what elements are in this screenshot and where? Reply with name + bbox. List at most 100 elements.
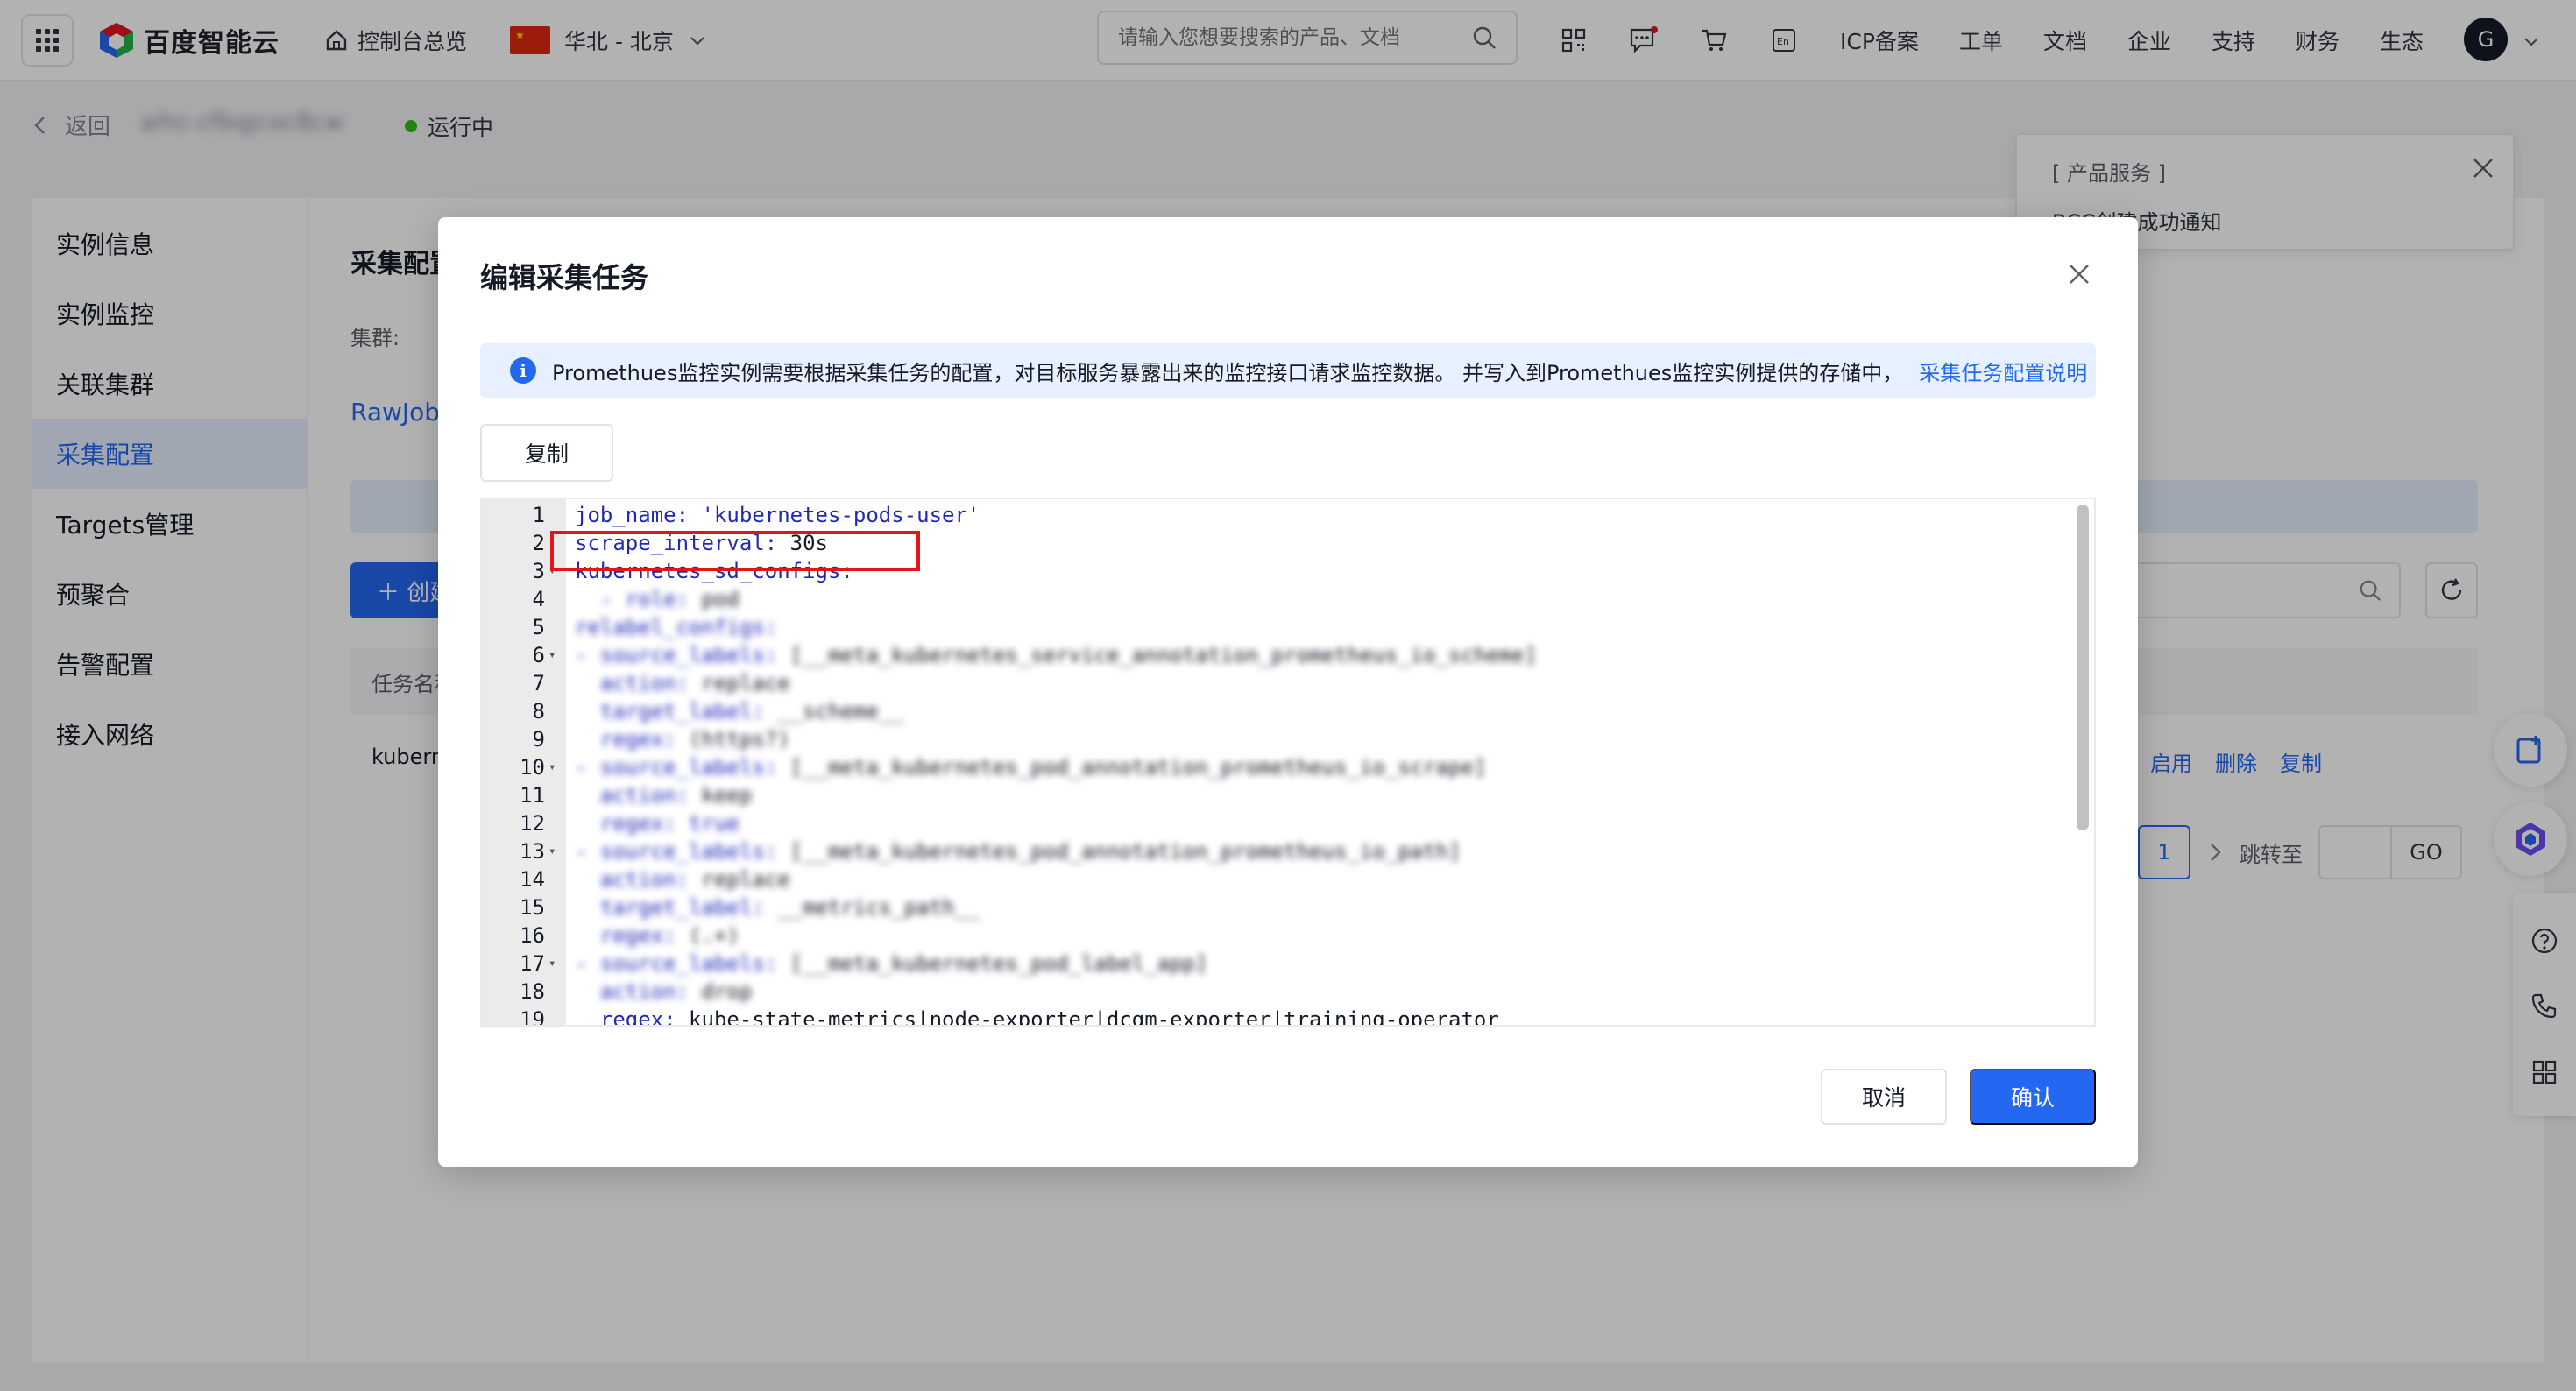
code-line: 4 - role: pod	[482, 585, 2059, 613]
highlight-annotation-box	[550, 531, 920, 571]
fold-arrow-icon[interactable]: ▾	[548, 950, 556, 978]
yaml-key: regex:	[575, 1007, 676, 1027]
code-line: 16 regex: (.+)	[482, 921, 2059, 950]
yaml-key: action:	[575, 671, 690, 696]
code-text: target_label: __metrics_path__	[575, 893, 980, 921]
line-number: 3	[532, 559, 545, 583]
cancel-button[interactable]: 取消	[1821, 1069, 1947, 1125]
yaml-value: keep	[689, 783, 753, 808]
yaml-value: (.+)	[676, 923, 740, 948]
yaml-value: [__meta_kubernetes_pod_label_app]	[777, 951, 1208, 976]
editor-scrollbar[interactable]	[2077, 505, 2089, 830]
yaml-value: true	[676, 811, 740, 836]
yaml-value: __metrics_path__	[764, 895, 980, 920]
yaml-value: [__meta_kubernetes_service_annotation_pr…	[777, 643, 1538, 667]
yaml-key: action:	[575, 867, 690, 892]
line-number: 2	[532, 531, 545, 555]
line-number: 4	[532, 587, 545, 611]
line-number: 17	[520, 951, 545, 976]
code-line: 18 action: drop	[482, 978, 2059, 1006]
yaml-value: __scheme__	[764, 699, 904, 724]
line-number: 8	[532, 699, 545, 724]
yaml-value: [__meta_kubernetes_pod_annotation_promet…	[777, 755, 1487, 780]
code-text: regex: true	[575, 809, 740, 837]
confirm-button[interactable]: 确认	[1970, 1069, 2096, 1125]
copy-button[interactable]: 复制	[480, 424, 613, 482]
dialog-title: 编辑采集任务	[480, 261, 649, 294]
code-line: 12 regex: true	[482, 809, 2059, 837]
fold-arrow-icon[interactable]: ▾	[548, 837, 556, 865]
yaml-key: target_label:	[575, 895, 765, 920]
yaml-value: kube-state-metrics|node-exporter|dcgm-ex…	[676, 1007, 1499, 1027]
line-number: 13	[520, 839, 545, 864]
code-text: regex: (.+)	[575, 921, 740, 950]
yaml-key: - source_labels:	[575, 951, 778, 976]
line-number: 1	[532, 503, 545, 527]
code-text: - source_labels: [__meta_kubernetes_pod_…	[575, 950, 1207, 978]
line-number: 12	[520, 811, 545, 836]
yaml-key: - role:	[575, 587, 690, 611]
info-bar: i Promethues监控实例需要根据采集任务的配置，对目标服务暴露出来的监控…	[480, 343, 2096, 398]
line-number: 10	[520, 755, 545, 780]
yaml-key: - source_labels:	[575, 755, 778, 780]
line-number: 5	[532, 615, 545, 639]
code-line: 14 action: replace	[482, 865, 2059, 893]
edit-task-dialog: 编辑采集任务 i Promethues监控实例需要根据采集任务的配置，对目标服务…	[438, 217, 2138, 1167]
fold-arrow-icon[interactable]: ▾	[548, 753, 556, 781]
code-line: 7 action: replace	[482, 669, 2059, 697]
line-number: 18	[520, 979, 545, 1004]
yaml-value: (https?)	[676, 727, 790, 752]
line-number: 19	[520, 1007, 545, 1027]
close-icon[interactable]	[2066, 261, 2092, 287]
code-text: - source_labels: [__meta_kubernetes_pod_…	[575, 753, 1486, 781]
info-text: Promethues监控实例需要根据采集任务的配置，对目标服务暴露出来的监控接口…	[552, 360, 1904, 385]
code-line: 10 ▾ - source_labels: [__meta_kubernetes_p…	[482, 753, 2059, 781]
code-line: 5 relabel_configs:	[482, 613, 2059, 641]
yaml-key: relabel_configs:	[575, 615, 778, 639]
yaml-key: - source_labels:	[575, 839, 778, 864]
code-text: action: keep	[575, 781, 752, 809]
code-text: - role: pod	[575, 585, 740, 613]
code-line: 6 ▾ - source_labels: [__meta_kubernetes_se…	[482, 641, 2059, 669]
yaml-code-editor[interactable]: 1 job_name: 'kubernetes-pods-user' 2 scrape…	[480, 498, 2096, 1027]
line-number: 6	[532, 643, 545, 667]
yaml-key: regex:	[575, 811, 676, 836]
yaml-key: regex:	[575, 727, 676, 752]
yaml-key: target_label:	[575, 699, 765, 724]
code-text: - source_labels: [__meta_kubernetes_pod_…	[575, 837, 1461, 865]
yaml-value: replace	[689, 867, 790, 892]
yaml-key: regex:	[575, 923, 676, 948]
fold-arrow-icon[interactable]: ▾	[548, 641, 556, 669]
yaml-key: action:	[575, 979, 690, 1004]
line-number: 7	[532, 671, 545, 696]
line-number: 14	[520, 867, 545, 892]
code-line: 15 target_label: __metrics_path__	[482, 893, 2059, 921]
line-number: 9	[532, 727, 545, 752]
code-text: job_name: 'kubernetes-pods-user'	[575, 501, 980, 529]
code-text: action: replace	[575, 669, 790, 697]
code-line: 9 regex: (https?)	[482, 725, 2059, 753]
config-docs-link[interactable]: 采集任务配置说明	[1919, 356, 2087, 386]
yaml-key: action:	[575, 783, 690, 808]
info-icon: i	[510, 357, 536, 384]
yaml-value: [__meta_kubernetes_pod_annotation_promet…	[777, 839, 1461, 864]
code-text: action: replace	[575, 865, 790, 893]
yaml-key: job_name:	[575, 503, 690, 527]
code-text: relabel_configs:	[575, 613, 777, 641]
line-number: 16	[520, 923, 545, 948]
code-line: 17 ▾ - source_labels: [__meta_kubernetes_p…	[482, 950, 2059, 978]
code-line: 11 action: keep	[482, 781, 2059, 809]
line-number: 11	[520, 783, 545, 808]
yaml-key: - source_labels:	[575, 643, 778, 667]
line-number: 15	[520, 895, 545, 920]
code-text: action: drop	[575, 978, 752, 1006]
code-line: 13 ▾ - source_labels: [__meta_kubernetes_p…	[482, 837, 2059, 865]
yaml-value: drop	[689, 979, 753, 1004]
code-text: regex: (https?)	[575, 725, 790, 753]
code-text: regex: kube-state-metrics|node-exporter|…	[575, 1006, 1499, 1027]
code-line: 8 target_label: __scheme__	[482, 697, 2059, 725]
code-line: 1 job_name: 'kubernetes-pods-user'	[482, 501, 2059, 529]
code-line: 19 regex: kube-state-metrics|node-export…	[482, 1006, 2059, 1027]
code-text: - source_labels: [__meta_kubernetes_serv…	[575, 641, 1537, 669]
code-text: target_label: __scheme__	[575, 697, 904, 725]
